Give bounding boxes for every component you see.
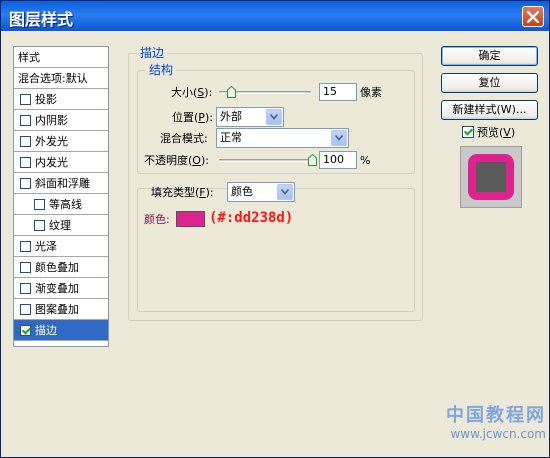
style-list-item-checkbox[interactable]	[20, 283, 31, 294]
title-bar[interactable]: 图层样式	[1, 1, 549, 31]
style-list-item-checkbox[interactable]	[20, 262, 31, 273]
size-slider-thumb[interactable]	[227, 86, 236, 98]
preview-stroke-shape	[468, 154, 514, 200]
opacity-input[interactable]: 100	[319, 151, 357, 169]
size-label: 大小(S):	[171, 86, 213, 99]
fill-type-label: 填充类型(F):	[151, 186, 214, 199]
position-select-value: 外部	[220, 110, 242, 123]
structure-group-title: 结构	[146, 63, 177, 77]
watermark-title: 中国教程网	[446, 405, 546, 426]
chevron-down-icon	[335, 135, 343, 141]
fill-type-select-value: 颜色	[231, 185, 253, 198]
new-style-button[interactable]: 新建样式(W)...	[441, 100, 538, 120]
watermark-url: www.jcwcn.com	[450, 427, 546, 441]
close-icon	[527, 10, 539, 23]
style-list-item-label: 图案叠加	[35, 303, 79, 316]
blend-mode-dropdown-arrow[interactable]	[331, 130, 347, 146]
window-title: 图层样式	[9, 10, 74, 29]
style-list-item-checkbox[interactable]	[20, 304, 31, 315]
chevron-down-icon	[281, 189, 289, 195]
style-list-item-checkbox[interactable]	[34, 199, 45, 210]
opacity-slider[interactable]	[219, 159, 315, 162]
style-list-item[interactable]: 斜面和浮雕	[14, 173, 108, 194]
fill-group	[137, 188, 415, 312]
opacity-unit: %	[360, 154, 371, 167]
layer-style-dialog: 图层样式 样式 混合选项:默认 投影 内阴影 外发光 内发光 斜面和浮雕 等高线 纹理 光泽颜…	[0, 0, 550, 458]
style-list-item-checkbox[interactable]	[20, 94, 31, 105]
style-list-item[interactable]: 等高线	[14, 194, 108, 215]
position-dropdown-arrow[interactable]	[266, 109, 282, 125]
style-list: 样式 混合选项:默认 投影内阴影外发光内发光斜面和浮雕等高线纹理光泽颜色叠加渐变…	[13, 46, 109, 347]
style-list-item[interactable]: 描边	[14, 320, 108, 341]
style-list-item[interactable]: 纹理	[14, 215, 108, 236]
blend-mode-label: 混合模式:	[160, 132, 208, 145]
color-hex-annotation: (#:dd238d)	[209, 210, 294, 226]
style-list-item[interactable]: 颜色叠加	[14, 257, 108, 278]
position-label: 位置(P):	[172, 111, 213, 124]
color-label: 颜色:	[144, 213, 170, 226]
blend-mode-select-value: 正常	[220, 131, 242, 144]
blend-mode-select[interactable]: 正常	[216, 128, 349, 148]
style-list-item-label: 斜面和浮雕	[35, 177, 90, 190]
fill-type-dropdown-arrow[interactable]	[277, 184, 293, 200]
blend-options-item[interactable]: 混合选项:默认	[14, 68, 108, 89]
style-list-item-label: 外发光	[35, 135, 68, 148]
preview-thumbnail	[460, 146, 522, 208]
style-list-item[interactable]: 外发光	[14, 131, 108, 152]
preview-label: 预览(V)	[477, 126, 516, 139]
style-list-item-checkbox[interactable]	[20, 157, 31, 168]
chevron-down-icon	[270, 114, 278, 120]
style-list-item[interactable]: 内发光	[14, 152, 108, 173]
opacity-label: 不透明度(O):	[144, 154, 209, 167]
style-list-item[interactable]: 图案叠加	[14, 299, 108, 320]
size-unit: 像素	[360, 86, 382, 99]
style-list-item-label: 投影	[35, 93, 57, 106]
styles-header[interactable]: 样式	[14, 47, 108, 68]
style-list-item[interactable]: 内阴影	[14, 110, 108, 131]
style-list-item-checkbox[interactable]	[20, 241, 31, 252]
style-list-item-label: 描边	[35, 324, 57, 337]
style-list-item-label: 内发光	[35, 156, 68, 169]
preview-checkbox[interactable]	[462, 126, 474, 138]
color-swatch[interactable]	[176, 211, 205, 227]
style-list-item-label: 内阴影	[35, 114, 68, 127]
reset-button[interactable]: 复位	[441, 73, 538, 93]
opacity-slider-thumb[interactable]	[308, 154, 317, 166]
style-list-item-checkbox[interactable]	[20, 115, 31, 126]
style-list-item-label: 渐变叠加	[35, 282, 79, 295]
size-input[interactable]: 15	[319, 83, 357, 101]
stroke-group-title: 描边	[137, 46, 168, 60]
close-button[interactable]	[522, 6, 544, 27]
preview-fill-shape	[476, 162, 506, 192]
ok-button[interactable]: 确定	[441, 46, 538, 66]
style-list-item[interactable]: 投影	[14, 89, 108, 110]
position-select[interactable]: 外部	[216, 107, 284, 127]
style-list-item-label: 颜色叠加	[35, 261, 79, 274]
style-list-item-checkbox[interactable]	[20, 136, 31, 147]
fill-type-select[interactable]: 颜色	[227, 182, 295, 202]
watermark: 中国教程网 www.jcwcn.com	[426, 401, 546, 455]
style-list-item-checkbox[interactable]	[20, 325, 31, 336]
style-list-item[interactable]: 光泽	[14, 236, 108, 257]
style-list-item-label: 纹理	[49, 219, 71, 232]
style-list-item[interactable]: 渐变叠加	[14, 278, 108, 299]
style-list-item-label: 等高线	[49, 198, 82, 211]
style-list-item-checkbox[interactable]	[34, 220, 45, 231]
style-list-item-label: 光泽	[35, 240, 57, 253]
style-list-item-checkbox[interactable]	[20, 178, 31, 189]
